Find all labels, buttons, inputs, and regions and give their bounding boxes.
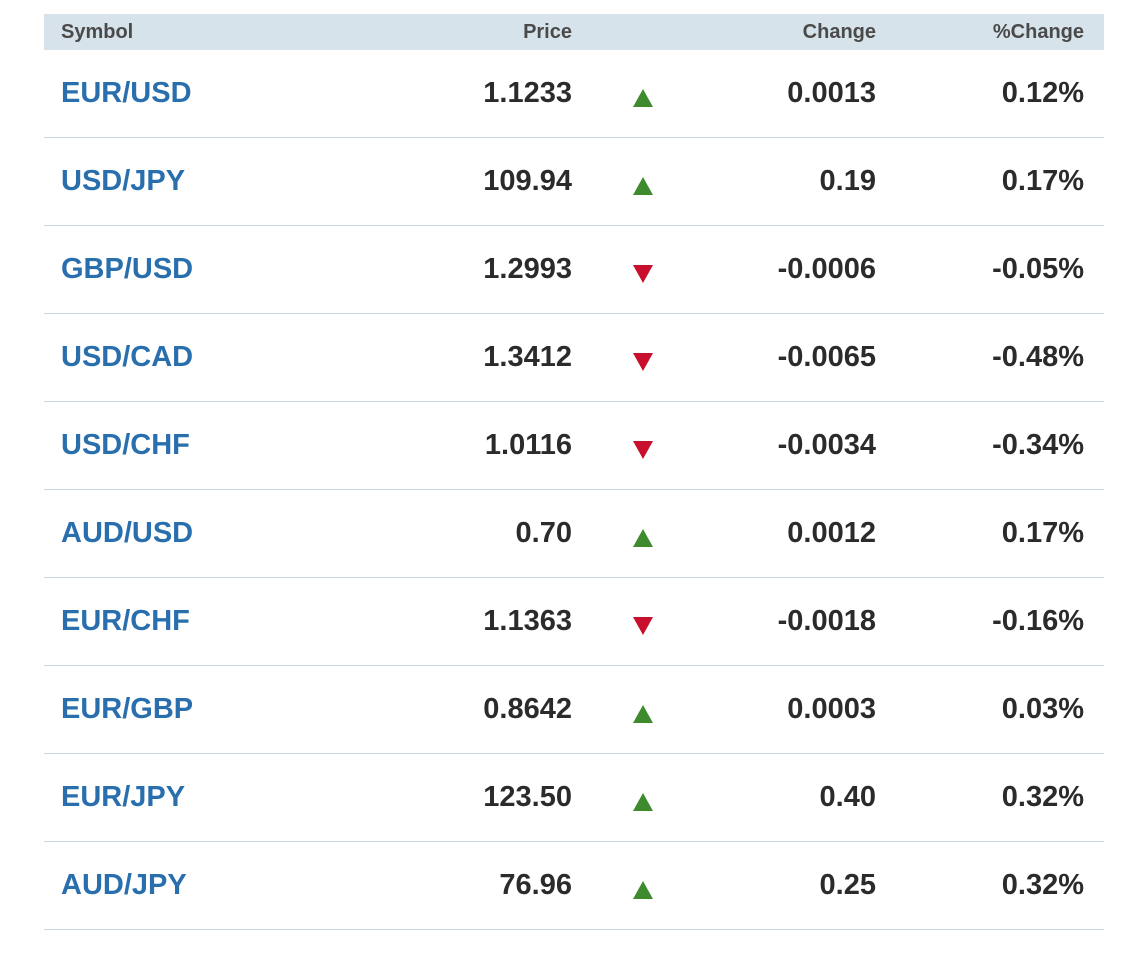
direction-cell xyxy=(572,257,714,283)
table-row: EUR/GBP 0.8642 0.0003 0.03% xyxy=(44,666,1104,754)
pct-change-cell: -0.05% xyxy=(992,253,1084,285)
column-header-pct-change[interactable]: %Change xyxy=(876,21,1084,44)
forex-quotes-table: Symbol Price Change %Change EUR/USD 1.123… xyxy=(44,14,1104,930)
direction-cell xyxy=(572,169,714,195)
column-header-symbol[interactable]: Symbol xyxy=(44,21,374,44)
symbol-cell: AUD/USD xyxy=(44,517,374,550)
direction-cell xyxy=(572,433,714,459)
table-row: EUR/USD 1.1233 0.0013 0.12% xyxy=(44,50,1104,138)
change-cell: -0.0006 xyxy=(777,253,876,285)
symbol-link[interactable]: EUR/USD xyxy=(61,77,192,109)
price-cell: 1.1233 xyxy=(483,77,572,109)
symbol-link[interactable]: EUR/JPY xyxy=(61,781,185,813)
symbol-cell: GBP/USD xyxy=(44,253,374,286)
symbol-link[interactable]: USD/CAD xyxy=(61,341,193,373)
change-cell: 0.25 xyxy=(819,869,876,901)
price-cell: 1.0116 xyxy=(484,429,572,461)
direction-cell xyxy=(572,785,714,811)
change-cell: 0.0013 xyxy=(787,77,876,109)
direction-cell xyxy=(572,345,714,371)
arrow-up-icon xyxy=(633,528,653,547)
arrow-up-icon xyxy=(633,88,653,107)
arrow-down-icon xyxy=(633,264,653,283)
column-header-change[interactable]: Change xyxy=(714,21,876,44)
direction-cell xyxy=(572,873,714,899)
price-cell: 1.3412 xyxy=(483,341,572,373)
table-row: EUR/CHF 1.1363 -0.0018 -0.16% xyxy=(44,578,1104,666)
table-row: AUD/JPY 76.96 0.25 0.32% xyxy=(44,842,1104,930)
change-cell: -0.0034 xyxy=(777,429,876,461)
table-row: USD/JPY 109.94 0.19 0.17% xyxy=(44,138,1104,226)
pct-change-cell: 0.17% xyxy=(1001,517,1084,549)
direction-cell xyxy=(572,609,714,635)
symbol-cell: USD/CAD xyxy=(44,341,374,374)
pct-change-cell: 0.32% xyxy=(1001,781,1084,813)
symbol-cell: AUD/JPY xyxy=(44,869,374,902)
price-cell: 1.1363 xyxy=(483,605,572,637)
pct-change-cell: 0.03% xyxy=(1001,693,1084,725)
pct-change-cell: -0.34% xyxy=(992,429,1084,461)
pct-change-cell: -0.48% xyxy=(992,341,1084,373)
price-cell: 0.8642 xyxy=(483,693,572,725)
pct-change-cell: -0.16% xyxy=(992,605,1084,637)
arrow-down-icon xyxy=(633,440,653,459)
direction-cell xyxy=(572,521,714,547)
table-row: EUR/JPY 123.50 0.40 0.32% xyxy=(44,754,1104,842)
symbol-cell: EUR/GBP xyxy=(44,693,374,726)
arrow-up-icon xyxy=(633,176,653,195)
arrow-down-icon xyxy=(633,352,653,371)
pct-change-cell: 0.17% xyxy=(1001,165,1084,197)
arrow-up-icon xyxy=(633,792,653,811)
arrow-up-icon xyxy=(633,704,653,723)
price-cell: 76.96 xyxy=(499,869,572,901)
symbol-cell: USD/JPY xyxy=(44,165,374,198)
symbol-link[interactable]: USD/JPY xyxy=(61,165,185,197)
symbol-link[interactable]: USD/CHF xyxy=(61,429,190,461)
symbol-link[interactable]: AUD/JPY xyxy=(61,869,187,901)
change-cell: 0.0003 xyxy=(787,693,876,725)
price-cell: 123.50 xyxy=(483,781,572,813)
arrow-down-icon xyxy=(633,616,653,635)
table-body: EUR/USD 1.1233 0.0013 0.12% USD/JPY 109.94 0.1… xyxy=(44,50,1104,930)
change-cell: 0.19 xyxy=(819,165,876,197)
price-cell: 1.2993 xyxy=(483,253,572,285)
direction-cell xyxy=(572,81,714,107)
change-cell: 0.40 xyxy=(819,781,876,813)
symbol-cell: USD/CHF xyxy=(44,429,374,462)
change-cell: 0.0012 xyxy=(787,517,876,549)
symbol-cell: EUR/CHF xyxy=(44,605,374,638)
table-row: USD/CAD 1.3412 -0.0065 -0.48% xyxy=(44,314,1104,402)
table-row: AUD/USD 0.70 0.0012 0.17% xyxy=(44,490,1104,578)
symbol-link[interactable]: EUR/GBP xyxy=(61,693,193,725)
pct-change-cell: 0.12% xyxy=(1001,77,1084,109)
pct-change-cell: 0.32% xyxy=(1001,869,1084,901)
change-cell: -0.0018 xyxy=(777,605,876,637)
table-row: GBP/USD 1.2993 -0.0006 -0.05% xyxy=(44,226,1104,314)
table-header: Symbol Price Change %Change xyxy=(44,14,1104,50)
symbol-link[interactable]: AUD/USD xyxy=(61,517,193,549)
symbol-cell: EUR/JPY xyxy=(44,781,374,814)
column-header-price[interactable]: Price xyxy=(374,21,572,44)
arrow-up-icon xyxy=(633,880,653,899)
price-cell: 0.70 xyxy=(515,517,572,549)
symbol-link[interactable]: GBP/USD xyxy=(61,253,193,285)
table-row: USD/CHF 1.0116 -0.0034 -0.34% xyxy=(44,402,1104,490)
symbol-cell: EUR/USD xyxy=(44,77,374,110)
symbol-link[interactable]: EUR/CHF xyxy=(61,605,190,637)
direction-cell xyxy=(572,697,714,723)
change-cell: -0.0065 xyxy=(777,341,876,373)
price-cell: 109.94 xyxy=(483,165,572,197)
